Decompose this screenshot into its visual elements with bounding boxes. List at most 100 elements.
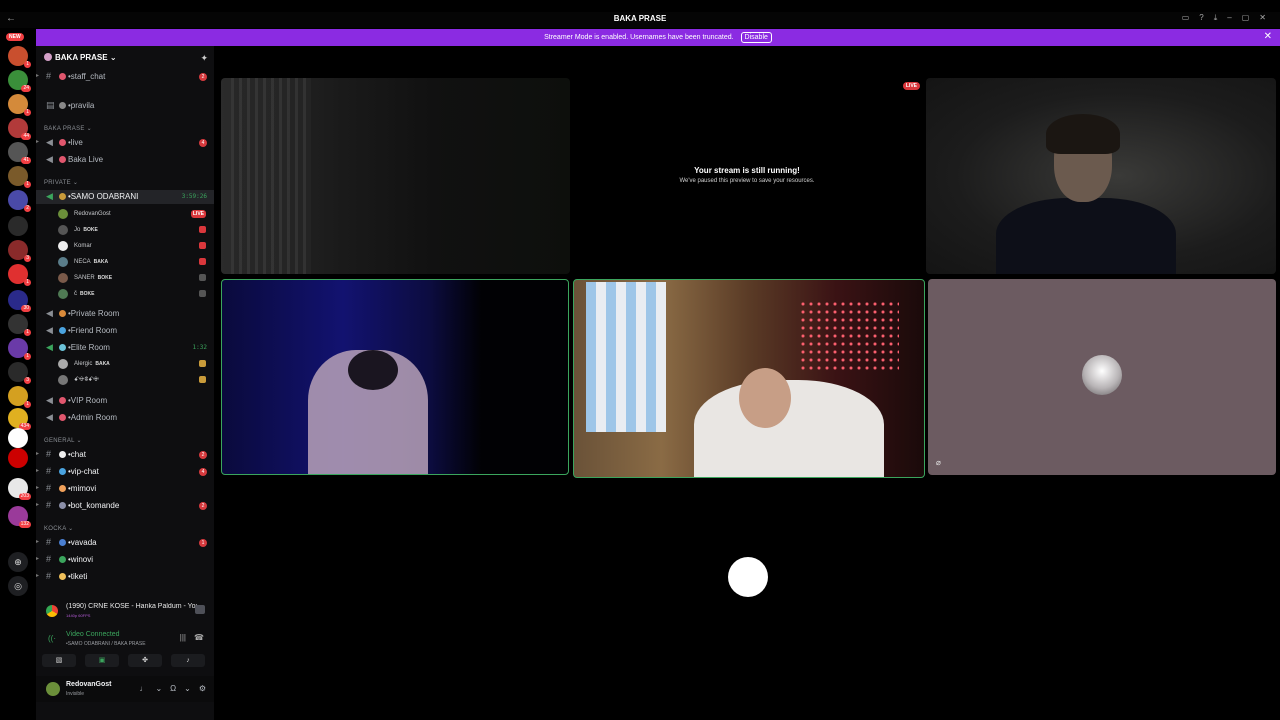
category-private[interactable]: PRIVATE ⌄ [44, 179, 78, 186]
streaming-icon [199, 360, 206, 367]
server-icon[interactable]: 2 [8, 190, 31, 212]
server-icon[interactable]: 3 [8, 362, 31, 384]
lock-icon [59, 193, 66, 200]
close-window-button[interactable]: ✕ [1259, 13, 1266, 23]
voice-channel-private-room[interactable]: ◀ •Private Room [36, 307, 214, 321]
server-icon[interactable]: 1 [8, 338, 31, 360]
voice-user[interactable]: Komar [58, 239, 214, 253]
avatar[interactable] [46, 682, 60, 696]
video-tile[interactable] [221, 78, 570, 274]
disconnect-icon[interactable]: ☎ [194, 633, 204, 642]
server-icon[interactable]: 41 [8, 142, 31, 164]
close-icon[interactable]: ✕ [1264, 31, 1272, 42]
server-icon[interactable]: 434 [8, 408, 31, 430]
voice-channel-friend-room[interactable]: ◀ •Friend Room [36, 324, 214, 338]
video-tile-speaking[interactable] [573, 279, 925, 478]
server-badge: 1 [24, 401, 31, 408]
channel-mimovi[interactable]: ▸ # •mimovi [36, 482, 214, 496]
voice-user[interactable]: SANER BOKE [58, 271, 214, 285]
hash-icon: # [46, 483, 52, 493]
camera-off-icon[interactable]: ▧ [42, 654, 76, 667]
channel-staff-chat[interactable]: ▸ # •staff_chat 2 [36, 70, 214, 84]
server-icon[interactable]: 24 [8, 70, 31, 92]
server-icon[interactable]: 30 [8, 290, 31, 312]
window-title: BAKA PRASE [613, 14, 667, 23]
voice-user[interactable]: Jo BOKE [58, 223, 214, 237]
server-icon[interactable]: 1 [8, 264, 31, 286]
discover-icon[interactable]: ◎ [8, 576, 28, 596]
voice-user[interactable]: RedovanGost LIVE [58, 207, 214, 221]
server-icon[interactable] [8, 448, 28, 468]
server-icon[interactable]: 1 [8, 94, 31, 116]
download-icon[interactable]: ⤓ [1214, 13, 1218, 23]
minimize-button[interactable]: – [1227, 13, 1231, 23]
noise-suppression-icon[interactable]: ||| [180, 633, 186, 642]
server-icon[interactable]: 132 [8, 506, 31, 528]
paused-title: Your stream is still running! [694, 166, 800, 175]
activity-panel[interactable]: (1990) CRNE KOSE - Hanka Paldum - YouTu.… [36, 600, 214, 622]
stop-stream-icon[interactable] [195, 605, 205, 614]
emoji-icon [59, 397, 66, 404]
channel-winovi[interactable]: ▸ # •winovi [36, 553, 214, 567]
invite-icon[interactable]: ✦ [200, 53, 208, 64]
username[interactable]: RedovanGost [66, 681, 112, 688]
server-icon[interactable]: 1 [8, 386, 31, 408]
maximize-button[interactable]: ▢ [1242, 13, 1250, 23]
emoji-icon [59, 451, 66, 458]
voice-status[interactable]: Video Connected [66, 631, 120, 638]
emoji-icon [59, 310, 66, 317]
server-icon[interactable] [8, 428, 28, 448]
live-badge: LIVE [190, 210, 206, 218]
server-icon[interactable]: 3 [8, 240, 31, 262]
server-icon[interactable]: 1 [8, 166, 31, 188]
voice-user[interactable]: č BOKE [58, 287, 214, 301]
voice-user[interactable]: Alergic BAKA [58, 357, 214, 371]
channel-vip-chat[interactable]: ▸ # •vip-chat 4 [36, 465, 214, 479]
channel-vavada[interactable]: ▸ # •vavada 1 [36, 536, 214, 550]
video-tile[interactable] [926, 78, 1276, 274]
activities-icon[interactable]: ✤ [128, 654, 162, 667]
server-icon[interactable]: 203 [8, 478, 31, 500]
soundboard-icon[interactable]: ♪ [171, 654, 205, 667]
server-icon[interactable]: 1 [8, 46, 31, 68]
chevron-down-icon[interactable]: ⌄ [184, 684, 191, 693]
video-tile-speaking[interactable] [221, 279, 569, 475]
channel-tiketi[interactable]: ▸ # •tiketi [36, 570, 214, 584]
voice-user[interactable]: ꗃꗳꗊꗃꗴ [58, 373, 214, 387]
server-icon[interactable]: 44 [8, 118, 31, 140]
server-header[interactable]: BAKA PRASE ⌄ [44, 53, 117, 62]
voice-channel-elite-room[interactable]: ◀ •Elite Room 1:32 [36, 341, 214, 355]
channel-bot-komande[interactable]: ▸ # •bot_komande 2 [36, 499, 214, 513]
avatar [58, 209, 68, 219]
headphones-icon[interactable]: Ω [170, 684, 176, 693]
speaker-icon: ◀ [46, 191, 53, 201]
voice-channel-path[interactable]: •SAMO ODABRANI / BAKA PRASE [66, 641, 146, 647]
live-badge: LIVE [902, 82, 920, 90]
audio-only-tile[interactable]: ⌀ [928, 279, 1276, 475]
window-titlebar: ← BAKA PRASE ▭ ? ⤓ – ▢ ✕ [0, 12, 1280, 28]
category-general[interactable]: GENERAL ⌄ [44, 437, 82, 444]
stream-preview-tile[interactable]: LIVE Your stream is still running! We've… [571, 78, 923, 274]
voice-user[interactable]: NECA BAKA [58, 255, 214, 269]
server-icon[interactable]: 1 [8, 314, 31, 336]
microphone-icon[interactable]: ♩ [139, 684, 147, 693]
channel-baka-live[interactable]: ◀ Baka Live [36, 153, 214, 167]
category-baka-prase[interactable]: BAKA PRASE ⌄ [44, 125, 92, 132]
channel-chat[interactable]: ▸ # •chat 2 [36, 448, 214, 462]
chevron-right-icon: ▸ [36, 485, 40, 491]
chevron-down-icon[interactable]: ⌄ [155, 684, 162, 693]
disable-streamer-mode-button[interactable]: Disable [740, 32, 772, 43]
server-icon[interactable] [8, 216, 28, 236]
voice-channel-samo-odabrani[interactable]: ◀ •SAMO ODABRANI 3:59:26 [36, 190, 214, 204]
emoji-icon [59, 468, 66, 475]
channel-pravila[interactable]: ▤ •pravila [36, 99, 214, 113]
gear-icon[interactable]: ⚙ [199, 684, 206, 693]
category-kocka[interactable]: KOCKA ⌄ [44, 525, 73, 532]
screen-share-icon[interactable]: ▣ [85, 654, 119, 667]
inbox-icon[interactable]: ▭ [1182, 13, 1190, 23]
voice-channel-vip-room[interactable]: ◀ •VIP Room [36, 394, 214, 408]
help-icon[interactable]: ? [1199, 13, 1203, 23]
add-server-icon[interactable]: ⊕ [8, 552, 28, 572]
voice-channel-admin-room[interactable]: ◀ •Admin Room [36, 411, 214, 425]
channel-live[interactable]: ▸ ◀ •live 4 [36, 136, 214, 150]
